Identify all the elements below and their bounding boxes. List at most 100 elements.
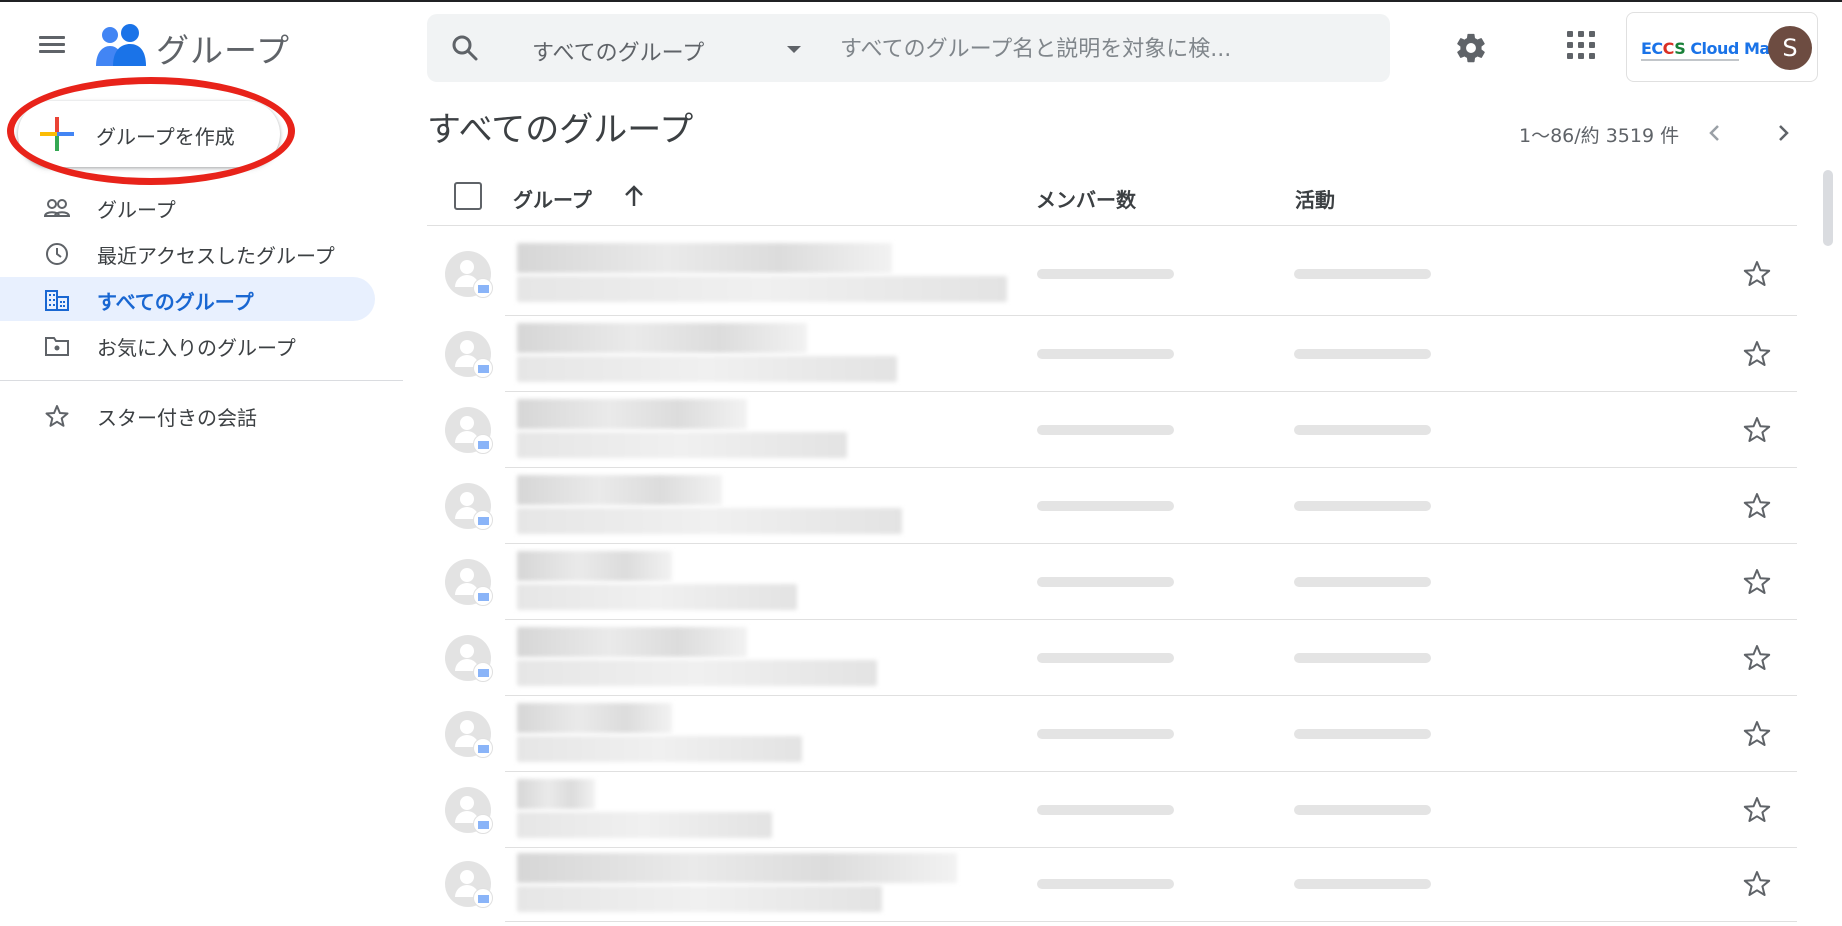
create-group-button[interactable]: グループを作成: [18, 101, 280, 167]
plus-icon: [40, 117, 74, 151]
group-avatar-icon: [445, 251, 493, 298]
redacted-group-name: [517, 399, 747, 429]
members-placeholder: [1037, 805, 1174, 815]
members-placeholder: [1037, 653, 1174, 663]
window-top-edge: [0, 0, 1842, 2]
list-header: グループ メンバー数 活動: [427, 170, 1797, 226]
table-row[interactable]: [427, 696, 1797, 772]
redacted-group-description: [517, 736, 802, 762]
group-avatar-icon: [445, 635, 493, 682]
redacted-group-description: [517, 812, 772, 838]
chevron-right-icon: [1779, 125, 1789, 141]
members-placeholder: [1037, 349, 1174, 359]
page-title: すべてのグループ: [427, 110, 694, 150]
redacted-group-description: [517, 276, 1007, 302]
redacted-group-name: [517, 853, 957, 883]
activity-placeholder: [1294, 879, 1431, 889]
select-all-checkbox[interactable]: [454, 182, 482, 210]
sidebar-item-recent[interactable]: 最近アクセスしたグループ: [0, 231, 375, 275]
sidebar-item-label: 最近アクセスしたグループ: [97, 244, 335, 268]
activity-placeholder: [1294, 349, 1431, 359]
activity-placeholder: [1294, 501, 1431, 511]
members-placeholder: [1037, 879, 1174, 889]
redacted-group-description: [517, 356, 897, 382]
star-icon[interactable]: [1742, 643, 1772, 673]
gear-icon[interactable]: [1454, 31, 1488, 65]
search-scope-select[interactable]: すべてのグループ: [532, 32, 832, 66]
table-row[interactable]: [427, 846, 1797, 922]
scrollbar-thumb[interactable]: [1823, 170, 1833, 246]
sidebar-item-label: お気に入りのグループ: [97, 336, 296, 360]
sidebar-item-all-groups[interactable]: すべてのグループ: [0, 277, 375, 321]
activity-placeholder: [1294, 577, 1431, 587]
sidebar-divider: [0, 380, 403, 381]
domain-icon: [45, 290, 69, 311]
table-row[interactable]: [427, 392, 1797, 468]
redacted-group-description: [517, 584, 797, 610]
activity-placeholder: [1294, 425, 1431, 435]
previous-page-button[interactable]: [1700, 118, 1730, 148]
star-icon[interactable]: [1742, 259, 1772, 289]
apps-grid-icon[interactable]: [1567, 31, 1595, 59]
search-scope-label: すべてのグループ: [532, 41, 705, 66]
table-row[interactable]: [427, 772, 1797, 848]
star-icon[interactable]: [1742, 567, 1772, 597]
redacted-group-description: [517, 432, 847, 458]
sidebar-item-label: すべてのグループ: [97, 290, 254, 314]
chevron-left-icon: [1709, 125, 1719, 141]
column-header-activity[interactable]: 活動: [1295, 184, 1335, 213]
sidebar-item-favorites[interactable]: お気に入りのグループ: [0, 323, 375, 367]
main-menu-button[interactable]: [33, 32, 71, 62]
search-icon[interactable]: [449, 32, 481, 64]
create-group-label: グループを作成: [96, 125, 235, 149]
redacted-group-description: [517, 508, 902, 534]
group-avatar-icon: [445, 331, 493, 378]
arrow-up-sort-icon[interactable]: [620, 182, 648, 210]
groups-logo-icon: [96, 24, 146, 66]
star-icon[interactable]: [1742, 339, 1772, 369]
table-row[interactable]: [427, 232, 1797, 316]
group-avatar-icon: [445, 711, 493, 758]
caret-down-icon: [787, 46, 801, 53]
members-placeholder: [1037, 425, 1174, 435]
next-page-button[interactable]: [1768, 118, 1798, 148]
pagination-count: 1～86/約 3519 件: [1519, 125, 1680, 147]
table-row[interactable]: [427, 620, 1797, 696]
table-row[interactable]: [427, 468, 1797, 544]
org-logo: ECCS Cloud Mail: [1641, 39, 1780, 58]
redacted-group-name: [517, 243, 892, 273]
redacted-group-description: [517, 886, 882, 912]
star-icon[interactable]: [1742, 869, 1772, 899]
sidebar-item-label: スター付きの会話: [97, 406, 257, 430]
avatar[interactable]: S: [1768, 26, 1812, 70]
redacted-group-name: [517, 703, 672, 733]
redacted-group-name: [517, 475, 722, 505]
folder-star-icon: [45, 337, 69, 356]
star-icon[interactable]: [1742, 719, 1772, 749]
search-input[interactable]: [840, 30, 1360, 68]
members-placeholder: [1037, 729, 1174, 739]
redacted-group-name: [517, 779, 595, 809]
members-placeholder: [1037, 501, 1174, 511]
redacted-group-name: [517, 323, 807, 353]
group-avatar-icon: [445, 407, 493, 454]
activity-placeholder: [1294, 653, 1431, 663]
sidebar-item-label: グループ: [97, 198, 176, 222]
app-title[interactable]: グループ: [156, 24, 290, 72]
star-icon[interactable]: [1742, 491, 1772, 521]
star-icon[interactable]: [1742, 415, 1772, 445]
column-header-members[interactable]: メンバー数: [1036, 184, 1136, 213]
column-header-group[interactable]: グループ: [513, 184, 592, 213]
clock-icon: [46, 243, 68, 265]
group-avatar-icon: [445, 787, 493, 834]
table-row[interactable]: [427, 316, 1797, 392]
account-switcher[interactable]: ECCS Cloud Mail S: [1626, 12, 1818, 82]
table-row[interactable]: [427, 544, 1797, 620]
redacted-group-name: [517, 627, 747, 657]
sidebar-item-groups[interactable]: グループ: [0, 185, 375, 229]
redacted-group-description: [517, 660, 877, 686]
group-avatar-icon: [445, 559, 493, 606]
members-placeholder: [1037, 577, 1174, 587]
sidebar-item-starred-conversations[interactable]: スター付きの会話: [0, 393, 375, 437]
star-icon[interactable]: [1742, 795, 1772, 825]
